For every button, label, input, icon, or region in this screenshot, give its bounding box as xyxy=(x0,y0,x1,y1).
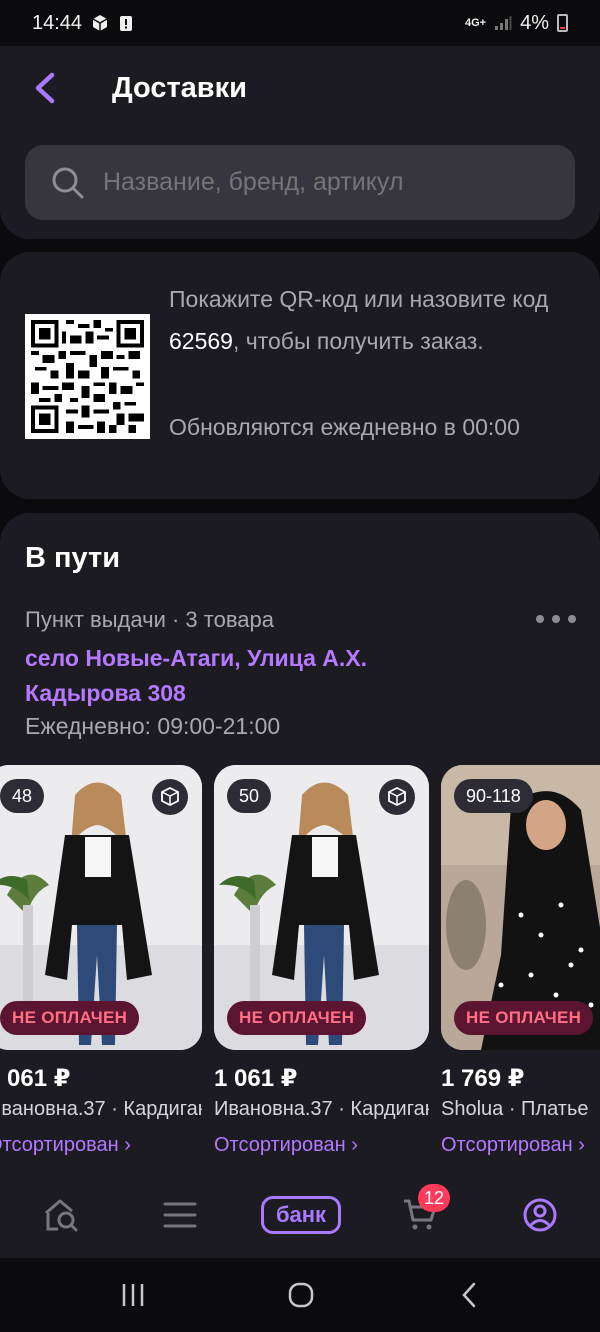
return-box-icon[interactable] xyxy=(379,779,415,815)
product-price: 1 769 ₽ xyxy=(441,1065,525,1092)
pickup-hours: Ежедневно: 09:00-21:00 xyxy=(25,713,281,739)
signal-icon xyxy=(495,16,512,30)
more-options-button[interactable] xyxy=(536,609,576,629)
home-button[interactable] xyxy=(281,1280,321,1310)
product-image[interactable]: 48 НЕ ОПЛАЧЕН xyxy=(0,765,202,1050)
product-price: 1 061 ₽ xyxy=(214,1065,298,1092)
product-card[interactable]: 90-118 НЕ ОПЛАЧЕН 1 769 ₽ Sholua · Плать… xyxy=(441,765,600,1157)
product-status[interactable]: Отсортирован › xyxy=(441,1134,600,1157)
qr-instructions: Покажите QR-код или назовите код 62569, … xyxy=(169,278,569,362)
product-status[interactable]: Отсортирован › xyxy=(214,1134,429,1157)
search-icon xyxy=(52,167,84,198)
back-button[interactable] xyxy=(24,68,64,108)
status-time: 14:44 xyxy=(32,11,83,34)
status-left: 14:44 xyxy=(32,12,134,35)
product-price: 1 061 ₽ xyxy=(0,1065,71,1092)
header-card: Доставки xyxy=(0,46,600,239)
size-badge: 48 xyxy=(0,779,45,813)
recent-apps-icon xyxy=(122,1284,144,1306)
qr-code-graphic xyxy=(31,320,144,433)
search-input[interactable] xyxy=(103,168,425,197)
alert-icon xyxy=(120,16,133,31)
product-description: Sholua · Платье xyxy=(441,1098,589,1120)
bottom-nav: банк 12 xyxy=(0,1172,600,1258)
battery-percent: 4% xyxy=(520,11,549,34)
product-image[interactable]: 50 НЕ ОПЛАЧЕН xyxy=(214,765,429,1050)
network-type: 4G+ xyxy=(464,17,487,29)
size-badge: 90-118 xyxy=(454,779,533,813)
delivery-card: В пути Пункт выдачи · 3 товара село Новы… xyxy=(0,513,600,1213)
product-status[interactable]: Отсортирован › xyxy=(0,1134,202,1157)
nav-home[interactable] xyxy=(40,1194,82,1236)
pickup-address[interactable]: село Новые-Атаги, Улица А.Х. Кадырова 30… xyxy=(25,641,465,711)
package-icon xyxy=(92,15,108,31)
product-card[interactable]: 50 НЕ ОПЛАЧЕН 1 061 ₽ Ивановна.37 · Кард… xyxy=(214,765,429,1157)
pickup-code: 62569 xyxy=(169,328,233,354)
system-nav-bar xyxy=(0,1258,600,1332)
chevron-left-icon xyxy=(35,72,55,104)
nav-bank[interactable]: банк xyxy=(260,1194,342,1236)
product-card[interactable]: 48 НЕ ОПЛАЧЕН 1 061 ₽ Ивановна.37 · Кард… xyxy=(0,765,202,1157)
section-title: В пути xyxy=(25,542,121,574)
pickup-meta: Пункт выдачи · 3 товара xyxy=(25,607,274,632)
system-back-button[interactable] xyxy=(449,1280,489,1310)
qr-text-after: , чтобы получить заказ. xyxy=(232,328,484,354)
product-description: Ивановна.37 · Кардиган xyxy=(0,1098,202,1120)
qr-code-image[interactable] xyxy=(25,314,150,439)
search-box[interactable] xyxy=(25,145,575,220)
home-search-icon xyxy=(45,1199,78,1232)
product-image[interactable]: 90-118 НЕ ОПЛАЧЕН xyxy=(441,765,600,1050)
return-box-icon[interactable] xyxy=(152,779,188,815)
qr-card: Покажите QR-код или назовите код 62569, … xyxy=(0,252,600,499)
page-title: Доставки xyxy=(112,72,247,104)
qr-text-before: Покажите QR-код или назовите код xyxy=(169,286,549,312)
recent-apps-button[interactable] xyxy=(113,1280,153,1310)
unpaid-badge: НЕ ОПЛАЧЕН xyxy=(0,1001,140,1035)
dot-icon xyxy=(568,615,576,623)
status-bar: 14:44 4G+ 4% xyxy=(0,0,600,46)
bank-button[interactable]: банк xyxy=(261,1196,341,1234)
size-badge: 50 xyxy=(227,779,272,813)
menu-icon xyxy=(163,1202,197,1228)
home-circle-icon xyxy=(288,1282,314,1308)
dot-icon xyxy=(536,615,544,623)
cart-count-badge: 12 xyxy=(418,1184,451,1212)
nav-catalog[interactable] xyxy=(160,1194,200,1236)
back-arrow-icon xyxy=(462,1282,476,1308)
nav-cart[interactable]: 12 xyxy=(400,1184,451,1236)
unpaid-badge: НЕ ОПЛАЧЕН xyxy=(227,1001,367,1035)
status-right: 4G+ 4% xyxy=(465,12,568,35)
profile-icon xyxy=(523,1198,557,1232)
qr-update-note: Обновляются ежедневно в 00:00 xyxy=(169,414,520,440)
unpaid-badge: НЕ ОПЛАЧЕН xyxy=(454,1001,594,1035)
battery-icon xyxy=(557,14,568,32)
product-description: Ивановна.37 · Кардиган xyxy=(214,1098,429,1120)
dot-icon xyxy=(552,615,560,623)
nav-profile[interactable] xyxy=(520,1194,560,1236)
